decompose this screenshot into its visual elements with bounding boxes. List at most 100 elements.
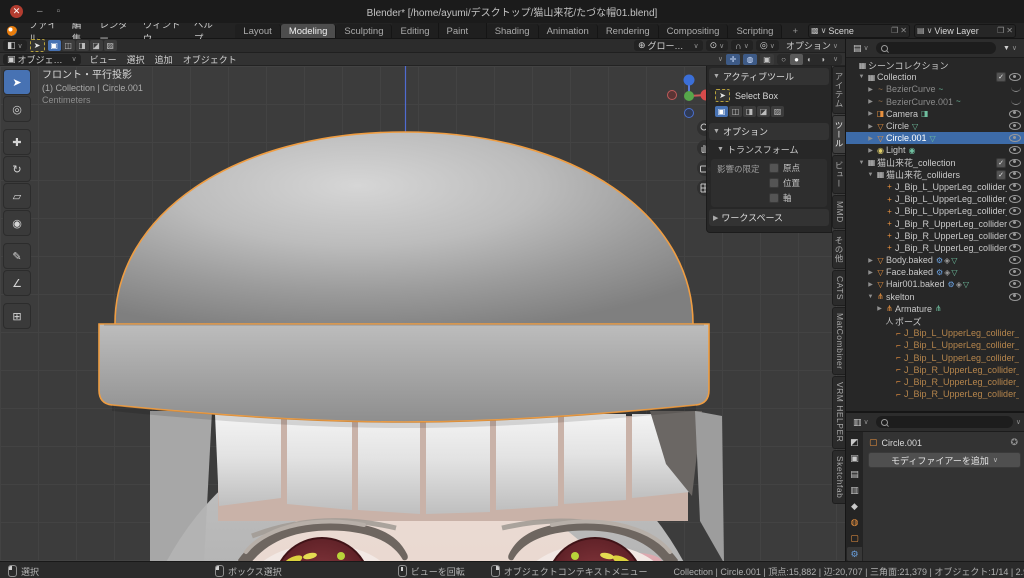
disclosure-icon[interactable]: ▶ [866,86,875,93]
outliner-row[interactable]: ▶▽Circle▽ [846,120,1024,132]
outliner-row[interactable]: ▶~BezierCurve.001~ [846,96,1024,108]
properties-tab-view-layer[interactable]: ▥ [847,483,862,497]
outliner-row[interactable]: ▼▦猫山来花_colliders [846,169,1024,181]
window-maximize-button[interactable]: ▫ [57,6,61,17]
collection-checkbox[interactable] [996,158,1006,168]
sidebar-tab-ビュー[interactable]: ビュー [832,155,845,194]
eye-open-icon[interactable] [1009,73,1021,81]
viewport-menu-item[interactable]: ビュー [85,53,122,66]
eye-open-icon[interactable] [1009,268,1021,276]
new-view-layer-icon[interactable]: ❐ [997,26,1004,35]
select-mode-subtract-button[interactable]: ◨ [743,106,756,117]
3d-viewport[interactable]: フロント・平行投影 (1) Collection | Circle.001 Ce… [0,66,845,561]
unlink-scene-icon[interactable]: ✕ [900,26,907,35]
outliner-row[interactable]: 人ポーズ [846,315,1024,327]
disclosure-icon[interactable]: ▼ [857,74,866,80]
outliner-row[interactable]: ▶▽Circle.001▽ [846,132,1024,144]
active-tool-icon[interactable]: ➤ [30,39,45,52]
properties-tab-scene[interactable]: ◆ [847,499,862,513]
disclosure-icon[interactable]: ▼ [866,172,875,178]
eye-open-icon[interactable] [1009,159,1021,167]
disclosure-icon[interactable]: ▼ [857,160,866,166]
eye-closed-icon[interactable] [1011,86,1021,92]
transform-subpanel-header[interactable]: ▼ トランスフォーム [707,140,831,157]
workspace-tab[interactable]: Compositing [659,24,729,38]
checkbox-icon[interactable] [769,163,779,173]
unlink-view-layer-icon[interactable]: ✕ [1006,26,1013,35]
pivot-point-dropdown[interactable]: ⊙ ∨ [706,40,729,51]
eye-open-icon[interactable] [1009,195,1021,203]
checkbox-icon[interactable] [769,178,779,188]
disclosure-icon[interactable]: ▶ [875,305,884,312]
workspace-tab[interactable]: Rendering [598,24,659,38]
outliner-row[interactable]: +J_Bip_R_UpperLeg_collider_0 [846,217,1024,229]
eye-open-icon[interactable] [1009,183,1021,191]
workspace-tab[interactable]: Scripting [728,24,782,38]
workspace-tab[interactable]: Sculpting [336,24,392,38]
eye-open-icon[interactable] [1009,220,1021,228]
collection-checkbox[interactable] [996,170,1006,180]
outliner-row[interactable]: +J_Bip_R_UpperLeg_collider_2 [846,242,1024,254]
sidebar-tab-Sketchfab[interactable]: Sketchfab [832,450,845,504]
visibility-dropdown[interactable]: ∨ [718,55,723,63]
outliner-row[interactable]: +J_Bip_L_UpperLeg_collider_1 [846,193,1024,205]
shading-material-button[interactable]: ◐ [803,54,816,65]
workspace-tab[interactable]: Layout [235,24,281,38]
eye-open-icon[interactable] [1009,146,1021,154]
sidebar-tab-VRM HELPER[interactable]: VRM HELPER [832,376,845,448]
properties-tab-tool[interactable]: ◩ [847,435,862,449]
search-input[interactable] [891,417,1008,427]
active-tool-panel-header[interactable]: ▼ アクティブツール [709,68,829,85]
show-gizmo-toggle[interactable]: ✛ [726,54,740,65]
properties-tab-object[interactable]: ▢ [847,531,862,545]
sidebar-tab-MatCombiner[interactable]: MatCombiner [832,307,845,376]
window-minimize-button[interactable]: – [37,6,43,17]
collection-checkbox[interactable] [996,72,1006,82]
pin-icon[interactable]: ✪ [1010,437,1018,448]
properties-tab-modifiers[interactable]: ⚙ [847,547,862,561]
annotate-tool[interactable]: ✎ [3,243,31,269]
select-box-tool-icon[interactable]: ➤ [715,89,730,102]
eye-open-icon[interactable] [1009,171,1021,179]
add-modifier-button[interactable]: モディファイアーを追加 ∨ [868,452,1021,468]
select-mode-intersect-button[interactable]: ▨ [104,40,117,51]
editor-type-button[interactable]: ▥ ∨ [849,417,873,428]
blender-logo-icon[interactable] [7,26,17,36]
outliner-row[interactable]: ▶▽Face.baked⚙◈▽ [846,266,1024,278]
disclosure-icon[interactable]: ▶ [866,123,875,130]
affect-checkbox[interactable]: 位置 [769,177,800,189]
show-overlays-toggle[interactable]: ◍ [743,54,757,65]
properties-tab-output[interactable]: ▤ [847,467,862,481]
outliner-row[interactable]: ⌐J_Bip_L_UpperLeg_collider_0 [846,327,1024,339]
select-mode-set-button[interactable]: ▣ [715,106,728,117]
outliner-row[interactable]: +J_Bip_R_UpperLeg_collider_1 [846,230,1024,242]
eye-open-icon[interactable] [1009,232,1021,240]
mode-dropdown[interactable]: ▣ オブジェクトモード ∨ [3,54,81,65]
window-close-button[interactable]: ✕ [10,5,23,18]
select-mode-subtract-button[interactable]: ◨ [76,40,89,51]
shading-rendered-button[interactable]: ◑ [816,54,829,65]
new-scene-icon[interactable]: ❐ [891,26,898,35]
eye-open-icon[interactable] [1009,110,1021,118]
select-mode-invert-button[interactable]: ◪ [757,106,770,117]
options-panel-header[interactable]: ▼ オプション [709,123,829,140]
select-mode-extend-button[interactable]: ◫ [729,106,742,117]
viewport-menu-item[interactable]: 追加 [150,53,178,66]
cursor-tool[interactable]: ◎ [3,96,31,122]
select-mode-extend-button[interactable]: ◫ [62,40,75,51]
eye-closed-icon[interactable] [1011,99,1021,105]
outliner-row[interactable]: ▦シーンコレクション [846,59,1024,71]
disclosure-icon[interactable]: ▶ [866,257,875,264]
disclosure-icon[interactable]: ▶ [866,98,875,105]
checkbox-icon[interactable] [769,193,779,203]
eye-open-icon[interactable] [1009,207,1021,215]
transform-tool[interactable]: ◉ [3,210,31,236]
sidebar-tab-MMD[interactable]: MMD [832,195,845,229]
outliner-row[interactable]: +J_Bip_L_UpperLeg_collider_0 [846,181,1024,193]
rotate-tool[interactable]: ↻ [3,156,31,182]
outliner-row[interactable]: ⌐J_Bip_R_UpperLeg_collider_2 [846,388,1024,400]
workspace-panel-header[interactable]: ▶ ワークスペース [709,209,829,226]
sidebar-tab-ツール[interactable]: ツール [832,115,845,154]
outliner-row[interactable]: ▶⋔Armature⋔ [846,303,1024,315]
properties-tab-render[interactable]: ▣ [847,451,862,465]
